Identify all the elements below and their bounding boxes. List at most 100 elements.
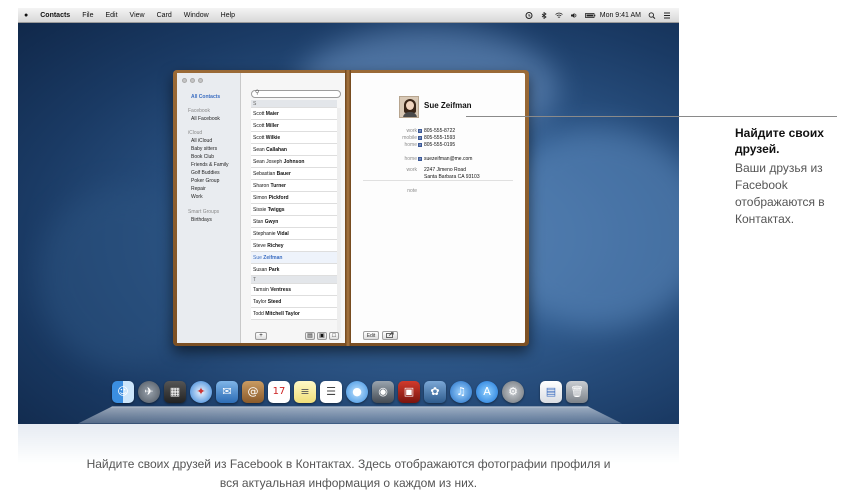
list-scrollbar[interactable]	[337, 108, 341, 338]
view-card-icon[interactable]: ▣	[317, 332, 327, 340]
minimize-window-button[interactable]	[190, 78, 195, 83]
group-header-smart: Smart Groups	[188, 209, 220, 215]
left-page: All Contacts Facebook All Facebook iClou…	[177, 73, 345, 343]
group-work[interactable]: Work	[191, 194, 203, 200]
group-all-facebook[interactable]: All Facebook	[191, 116, 220, 122]
list-item[interactable]: Todd Mitchell Taylor	[251, 308, 337, 320]
group-friends-family[interactable]: Friends & Family	[191, 162, 229, 168]
edit-button[interactable]: Edit	[363, 331, 379, 340]
card-divider	[363, 180, 513, 181]
menu-window[interactable]: Window	[178, 12, 215, 19]
notes-icon[interactable]: ≡	[294, 381, 316, 403]
address-field-work[interactable]: work 2247 Jimeno Road	[351, 167, 525, 174]
email-field-home[interactable]: home f suezeifman@me.com	[351, 156, 525, 163]
group-birthdays[interactable]: Birthdays	[191, 217, 212, 223]
app-store-icon[interactable]: A	[476, 381, 498, 403]
messages-icon[interactable]: ●	[346, 381, 368, 403]
iphoto-icon[interactable]: ✿	[424, 381, 446, 403]
caption-line-2: вся актуальная информация о каждом из ни…	[219, 476, 478, 490]
launchpad-icon[interactable]: ✈	[138, 381, 160, 403]
group-all-contacts[interactable]: All Contacts	[191, 94, 220, 100]
search-field[interactable]: ⚲	[251, 90, 341, 98]
list-item[interactable]: Taylor Steed	[251, 296, 337, 308]
menu-view[interactable]: View	[124, 12, 151, 19]
list-item[interactable]: Sharon Turner	[251, 180, 337, 192]
menu-app-name[interactable]: Contacts	[34, 12, 76, 19]
list-item[interactable]: Tamsin Ventress	[251, 284, 337, 296]
callout-body: Ваши друзья из Facebook отображаются в К…	[735, 161, 825, 226]
list-item[interactable]: Scott Miller	[251, 120, 337, 132]
phone-field-home[interactable]: home f 805-555-0195	[351, 142, 525, 149]
menu-edit[interactable]: Edit	[99, 12, 123, 19]
list-item[interactable]: Susan Park	[251, 264, 337, 276]
group-baby-sitters[interactable]: Baby sitters	[191, 146, 217, 152]
safari-icon[interactable]: ✦	[190, 381, 212, 403]
apple-menu-icon[interactable]: ●	[18, 12, 34, 19]
avatar[interactable]	[399, 96, 419, 118]
list-item[interactable]: Scott Wilkie	[251, 132, 337, 144]
view-single-icon[interactable]: □	[329, 332, 339, 340]
mail-icon[interactable]: ✉	[216, 381, 238, 403]
contact-card: Sue Zeifman work f 805-555-8722 mobile f…	[351, 73, 525, 343]
phone-field-mobile[interactable]: mobile f 805-555-1593	[351, 135, 525, 142]
callout-pointer-line	[466, 116, 837, 117]
contacts-list: ⚲ S Scott Maier Scott Miller Scott Wilki…	[249, 73, 341, 343]
list-item[interactable]: Scott Maier	[251, 108, 337, 120]
system-preferences-icon[interactable]: ⚙	[502, 381, 524, 403]
battery-icon[interactable]	[584, 12, 596, 19]
list-item[interactable]: Sissie Twiggs	[251, 204, 337, 216]
itunes-icon[interactable]: ♫	[450, 381, 472, 403]
note-label[interactable]: note	[407, 188, 417, 194]
reminders-icon[interactable]: ☰	[320, 381, 342, 403]
list-item[interactable]: Steve Richey	[251, 240, 337, 252]
list-item[interactable]: Stephanie Vidal	[251, 228, 337, 240]
view-list-icon[interactable]: ▤	[305, 332, 315, 340]
facebook-icon: f	[418, 136, 422, 140]
spotlight-search-icon[interactable]	[648, 11, 656, 19]
add-contact-button[interactable]: +	[255, 332, 267, 340]
menu-clock[interactable]: Mon 9:41 AM	[600, 12, 641, 19]
field-value: 2247 Jimeno Road	[424, 167, 466, 173]
photo-booth-icon[interactable]: ▣	[398, 381, 420, 403]
list-item[interactable]: Stan Gwyn	[251, 216, 337, 228]
menu-card[interactable]: Card	[151, 12, 178, 19]
menu-help[interactable]: Help	[215, 12, 241, 19]
callout-title: Найдите своих друзей.	[735, 126, 824, 156]
zoom-window-button[interactable]	[198, 78, 203, 83]
field-label: home	[404, 156, 417, 162]
close-window-button[interactable]	[182, 78, 187, 83]
list-item[interactable]: Sean Callahan	[251, 144, 337, 156]
calendar-icon[interactable]: 17	[268, 381, 290, 403]
facetime-icon[interactable]: ◉	[372, 381, 394, 403]
contacts-icon[interactable]: @	[242, 381, 264, 403]
finder-icon[interactable]: ☺	[112, 381, 134, 403]
contacts-window: All Contacts Facebook All Facebook iClou…	[173, 70, 529, 346]
notification-center-icon[interactable]	[663, 12, 671, 19]
group-all-icloud[interactable]: All iCloud	[191, 138, 212, 144]
documents-icon[interactable]: ▤	[540, 381, 562, 403]
mission-control-icon[interactable]: ▦	[164, 381, 186, 403]
list-item[interactable]: Sebastian Bauer	[251, 168, 337, 180]
wifi-icon[interactable]	[554, 12, 563, 19]
trash-icon[interactable]: 🗑	[566, 381, 588, 403]
volume-icon[interactable]	[570, 12, 578, 19]
phone-field-work[interactable]: work f 805-555-8722	[351, 128, 525, 135]
group-header-icloud: iCloud	[188, 130, 203, 136]
bluetooth-icon[interactable]	[540, 11, 548, 19]
field-label: mobile	[402, 135, 417, 141]
share-icon[interactable]	[382, 331, 398, 340]
field-label: work	[406, 128, 417, 134]
group-golf-buddies[interactable]: Golf Buddies	[191, 170, 220, 176]
contact-name: Sue Zeifman	[424, 101, 472, 110]
list-item[interactable]: Sean Joseph Johnson	[251, 156, 337, 168]
group-poker-group[interactable]: Poker Group	[191, 178, 219, 184]
list-section-header: T	[251, 276, 337, 284]
time-machine-icon[interactable]	[525, 11, 533, 19]
group-repair[interactable]: Repair	[191, 186, 206, 192]
field-value: 805-555-1593	[424, 135, 456, 141]
avatar-body	[403, 112, 417, 117]
menu-file[interactable]: File	[76, 12, 99, 19]
list-item[interactable]: Simon Pickford	[251, 192, 337, 204]
list-item-selected[interactable]: Sue Zeifman	[251, 252, 337, 264]
group-book-club[interactable]: Book Club	[191, 154, 214, 160]
